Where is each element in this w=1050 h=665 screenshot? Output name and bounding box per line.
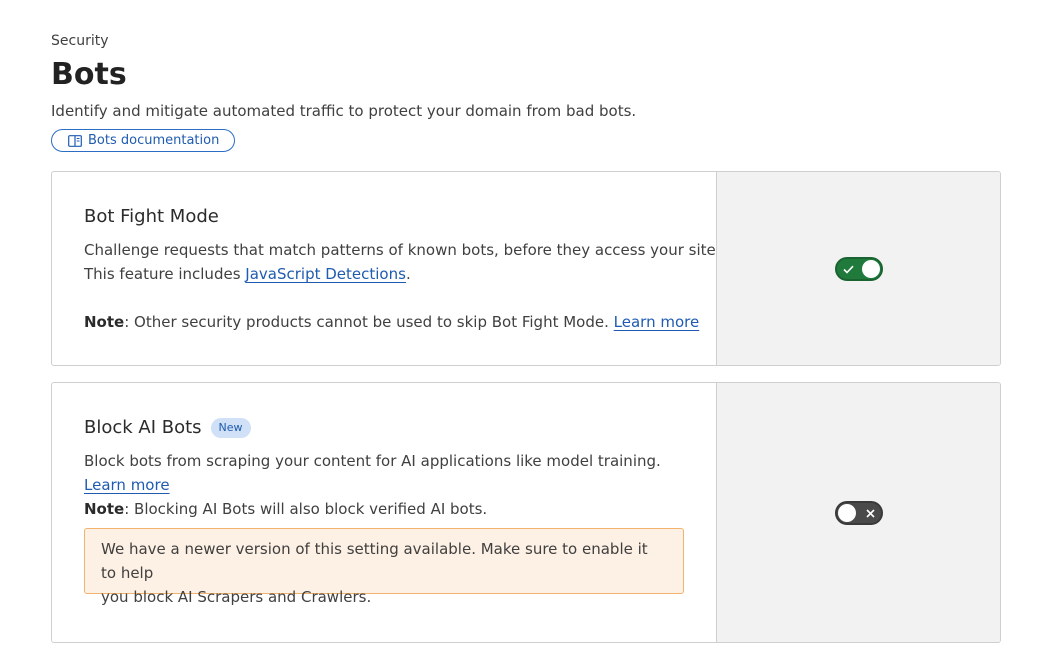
toggle-knob (838, 504, 856, 522)
block-ai-bots-description: Block bots from scraping your content fo… (84, 449, 661, 521)
bot-fight-mode-description-line1: Challenge requests that match patterns o… (84, 241, 721, 259)
notice-line2: you block AI Scrapers and Crawlers. (101, 588, 372, 606)
newer-version-notice: We have a newer version of this setting … (84, 528, 684, 606)
block-ai-bots-toggle[interactable] (835, 501, 883, 525)
block-ai-bots-description-text: Block bots from scraping your content fo… (84, 452, 661, 470)
check-icon (843, 259, 854, 279)
bot-fight-mode-description: Challenge requests that match patterns o… (84, 238, 721, 286)
new-badge: New (210, 417, 251, 438)
bot-fight-mode-title-text: Bot Fight Mode (84, 206, 219, 227)
page-title: Bots (51, 57, 127, 92)
note-text: : Other security products cannot be used… (124, 313, 614, 331)
block-ai-bots-title-text: Block AI Bots (84, 417, 202, 438)
section-eyebrow: Security (51, 33, 109, 49)
block-ai-bots-learn-more-link[interactable]: Learn more (84, 476, 170, 494)
bot-fight-mode-toggle-panel (717, 172, 1000, 365)
block-ai-bots-toggle-panel (717, 383, 1000, 642)
block-ai-bots-title: Block AI Bots New (84, 417, 251, 438)
block-ai-bots-body: Block AI Bots New Block bots from scrapi… (52, 383, 717, 642)
bot-fight-mode-card: Bot Fight Mode Challenge requests that m… (51, 171, 1001, 366)
javascript-detections-link[interactable]: JavaScript Detections (245, 265, 406, 283)
bot-fight-mode-title: Bot Fight Mode (84, 206, 219, 227)
note-text: : Blocking AI Bots will also block verif… (124, 500, 488, 518)
bot-fight-mode-body: Bot Fight Mode Challenge requests that m… (52, 172, 721, 365)
description-suffix: . (405, 265, 411, 283)
bot-fight-mode-note: Note: Other security products cannot be … (84, 310, 699, 334)
description-prefix: This feature includes (84, 265, 246, 283)
toggle-knob (862, 260, 880, 278)
book-icon (68, 134, 82, 147)
close-icon (866, 503, 875, 523)
notice-line1: We have a newer version of this setting … (101, 540, 648, 582)
bots-documentation-button[interactable]: Bots documentation (51, 129, 236, 152)
note-label: Note (84, 500, 125, 518)
page-subtitle: Identify and mitigate automated traffic … (51, 102, 637, 120)
bots-documentation-label: Bots documentation (88, 133, 220, 148)
note-label: Note (84, 313, 125, 331)
block-ai-bots-card: Block AI Bots New Block bots from scrapi… (51, 382, 1001, 643)
bot-fight-mode-learn-more-link[interactable]: Learn more (614, 313, 700, 331)
bot-fight-mode-description-line2: This feature includes JavaScript Detecti… (84, 262, 721, 286)
bot-fight-mode-toggle[interactable] (835, 257, 883, 281)
block-ai-bots-note: Note: Blocking AI Bots will also block v… (84, 497, 661, 521)
